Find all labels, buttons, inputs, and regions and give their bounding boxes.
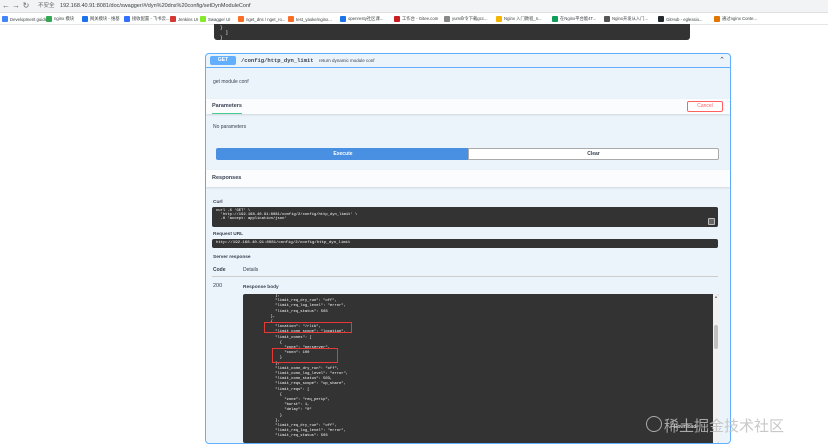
bookmark-label: 网关模块 - 维基 [90, 16, 120, 21]
bookmark-favicon-icon [552, 16, 558, 22]
bookmark-item[interactable]: nget_dns / nget_ro... [238, 15, 285, 23]
request-url-block: http://192.168.40.91:8081/config/2/confi… [212, 239, 718, 248]
bookmark-item[interactable]: Nginx开发从入门... [604, 15, 648, 23]
collapse-chevron-icon[interactable]: ⌃ [719, 56, 725, 65]
curl-text: curl -X 'GET' \ 'http://192.168.40.91:80… [216, 208, 358, 222]
bookmark-label: Nginx开发从入门... [612, 16, 649, 21]
bookmark-item[interactable]: Nginx 入门教程_n... [496, 15, 542, 23]
bookmark-item[interactable]: 接收配置 - 飞书云... [124, 15, 169, 23]
server-response-label: Server response [213, 255, 251, 260]
bookmark-label: openresty社区课... [348, 16, 384, 21]
response-body-label: Response body [243, 285, 279, 290]
bookmark-item[interactable]: openresty社区课... [340, 15, 383, 23]
bookmark-favicon-icon [82, 16, 88, 22]
operation-block: GET /config/http_dyn_limit return dynami… [205, 53, 731, 444]
bookmark-label: GitHub - eglessio... [666, 16, 703, 22]
parameters-header: Parameters Cancel [206, 99, 730, 114]
bookmark-favicon-icon [444, 16, 450, 22]
request-url-text: http://192.168.40.91:8081/config/2/confi… [216, 241, 351, 245]
bookmark-favicon-icon [200, 16, 206, 22]
back-arrow-icon[interactable]: ← [2, 1, 10, 11]
browser-toolbar: ← → ↻ 不安全 192.168.40.91:8081/doc/swagger… [0, 0, 828, 13]
bookmark-favicon-icon [288, 16, 294, 22]
bookmark-item[interactable]: 在Nginx平台能4T... [552, 15, 596, 23]
bookmark-label: Nginx 入门教程_n... [504, 16, 542, 21]
bookmark-favicon-icon [46, 16, 52, 22]
bookmark-label: yum命令下载gcc... [452, 16, 488, 21]
curl-code-block: curl -X 'GET' \ 'http://192.168.40.91:80… [212, 207, 718, 227]
insecure-label: 不安全 [38, 3, 55, 9]
bookmark-label: Swagger UI [208, 16, 231, 22]
bookmark-item[interactable]: GitHub - eglessio... [658, 15, 703, 23]
execute-button[interactable]: Execute [216, 148, 470, 160]
bookmark-favicon-icon [2, 16, 8, 22]
url-text: 192.168.40.91:8081/doc/swagger/#/dyn%20d… [60, 3, 251, 9]
bookmark-favicon-icon [714, 16, 720, 22]
conn-highlight-box [272, 348, 338, 363]
previous-response-code: } ] } [214, 24, 690, 41]
bookmark-label: 通过nginx Conte... [722, 16, 758, 21]
bookmark-label: Jenkins UI [178, 16, 199, 22]
bookmark-favicon-icon [340, 16, 346, 22]
bookmark-favicon-icon [658, 16, 664, 22]
bookmark-label: 在Nginx平台能4T... [560, 16, 597, 21]
bookmark-favicon-icon [238, 16, 244, 22]
operation-path: /config/http_dyn_limit [241, 57, 314, 64]
clear-button[interactable]: Clear [468, 148, 719, 160]
forward-arrow-icon[interactable]: → [12, 1, 20, 11]
bookmark-favicon-icon [124, 16, 130, 22]
bookmark-favicon-icon [604, 16, 610, 22]
operation-summary-text: return dynamic module conf [319, 58, 375, 63]
bookmark-label: test_yaoke/nginx... [296, 16, 332, 22]
bookmark-item[interactable]: 工作台 - Gitee.com [394, 15, 438, 23]
responses-header: Responses [206, 170, 730, 187]
response-body-text: ], "limit_req_dry_run": "off", "limit_re… [270, 294, 349, 439]
bookmark-favicon-icon [170, 16, 176, 22]
operation-summary[interactable]: GET /config/http_dyn_limit return dynami… [206, 54, 730, 68]
scroll-up-icon[interactable]: ▲ [714, 294, 718, 299]
no-parameters-text: No parameters [213, 124, 247, 130]
watermark-logo-icon [646, 416, 662, 432]
bookmark-label: nget_dns / nget_ro... [246, 16, 286, 22]
method-badge: GET [210, 56, 236, 65]
curl-label: Curl [213, 200, 223, 205]
bookmark-item[interactable]: test_yaoke/nginx... [288, 15, 332, 23]
request-url-label: Request URL [213, 232, 244, 237]
address-bar[interactable]: 不安全 192.168.40.91:8081/doc/swagger/#/dyn… [38, 1, 251, 11]
header-divider [212, 276, 718, 277]
bookmark-item[interactable]: 通过nginx Conte... [714, 15, 757, 23]
bookmark-label: nginx 模块 [54, 16, 75, 21]
bookmark-item[interactable]: yum命令下载gcc... [444, 15, 488, 23]
bookmark-item[interactable]: Development guide [2, 15, 47, 23]
parameters-title: Parameters [212, 103, 242, 114]
bookmark-favicon-icon [394, 16, 400, 22]
bookmark-favicon-icon [496, 16, 502, 22]
copy-icon[interactable] [708, 218, 715, 225]
responses-title: Responses [212, 175, 242, 181]
operation-description: get module conf [213, 79, 249, 85]
status-code: 200 [213, 283, 223, 289]
bookmark-item[interactable]: nginx 模块 [46, 15, 74, 23]
previous-response-text: } ] } [220, 26, 229, 41]
reload-icon[interactable]: ↻ [22, 1, 30, 11]
bookmark-label: Development guide [10, 16, 48, 22]
bookmark-item[interactable]: Swagger UI [200, 15, 230, 23]
scroll-thumb[interactable] [714, 325, 718, 349]
cancel-button[interactable]: Cancel [687, 101, 723, 112]
bookmark-item[interactable]: 网关模块 - 维基 [82, 15, 120, 23]
bookmark-label: 工作台 - Gitee.com [402, 16, 439, 21]
location-highlight-box [264, 322, 352, 333]
code-column-header: Code [213, 267, 226, 273]
bookmark-label: 接收配置 - 飞书云... [132, 16, 170, 21]
watermark-text: 稀土掘金技术社区 [664, 417, 785, 435]
details-column-header: Details [243, 267, 259, 273]
bookmark-item[interactable]: Jenkins UI [170, 15, 198, 23]
